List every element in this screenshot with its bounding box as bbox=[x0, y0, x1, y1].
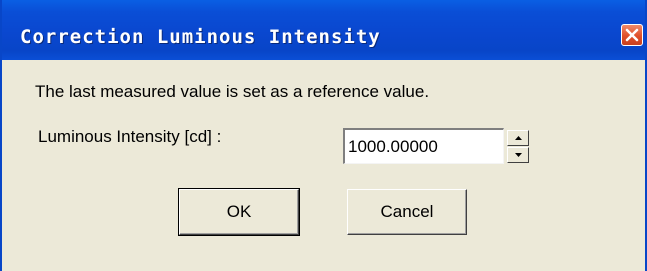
spin-down-button[interactable] bbox=[507, 147, 529, 163]
ok-button[interactable]: OK bbox=[178, 188, 300, 236]
arrow-down-icon bbox=[515, 153, 522, 157]
luminous-intensity-input[interactable] bbox=[343, 128, 504, 164]
arrow-up-icon bbox=[515, 136, 522, 140]
cancel-button[interactable]: Cancel bbox=[347, 189, 467, 235]
info-message: The last measured value is set as a refe… bbox=[35, 82, 430, 101]
value-spinner bbox=[507, 130, 529, 163]
luminous-intensity-label: Luminous Intensity [cd] : bbox=[38, 127, 222, 146]
spin-up-button[interactable] bbox=[507, 130, 529, 146]
title-bar[interactable]: Correction Luminous Intensity bbox=[2, 0, 645, 60]
dialog-title: Correction Luminous Intensity bbox=[20, 26, 381, 48]
close-button[interactable] bbox=[621, 24, 643, 46]
close-icon bbox=[625, 28, 639, 42]
correction-dialog: Correction Luminous Intensity The last m… bbox=[0, 0, 647, 271]
